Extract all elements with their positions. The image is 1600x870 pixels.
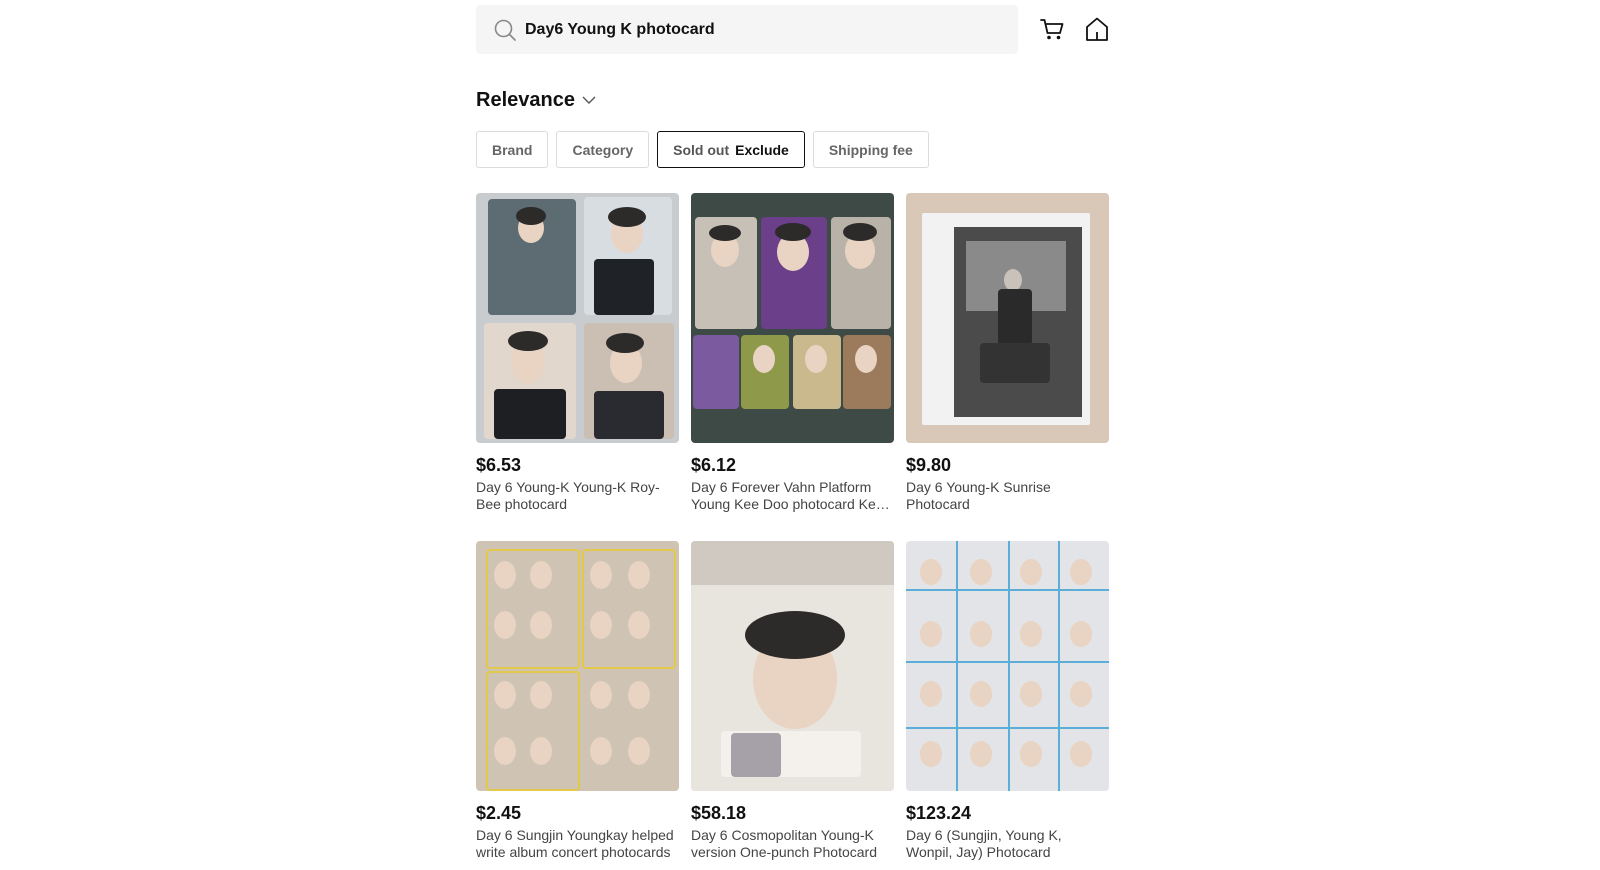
product-card[interactable]: $2.45 Day 6 Sungjin Youngkay helped writ…: [476, 541, 679, 861]
filter-sold-out[interactable]: Sold out Exclude: [657, 131, 805, 168]
product-image: [476, 541, 679, 791]
product-price: $58.18: [691, 803, 747, 823]
product-card[interactable]: $6.53 Day 6 Young-K Young-K Roy-Bee phot…: [476, 193, 679, 513]
filter-label: Shipping fee: [828, 141, 913, 158]
product-price: $9.80: [906, 455, 952, 475]
product-title: Day 6 Sungjin Youngkay helped write albu…: [476, 827, 674, 860]
search-results-page: Relevance Brand Category Sold out Exclud…: [0, 0, 1600, 870]
product-title: Day 6 (Sungjin, Young K, Wonpil, Jay) Ph…: [906, 827, 1062, 860]
product-image: [691, 541, 894, 791]
product-price: $123.24: [906, 803, 972, 823]
product-title: Day 6 Young-K Sunrise Photocard: [906, 479, 1051, 512]
product-price: $2.45: [476, 803, 522, 823]
product-price: $6.12: [691, 455, 737, 475]
filter-shipping-fee[interactable]: Shipping fee: [812, 131, 929, 168]
product-title: Day 6 Forever Vahn Platform Young Kee Do…: [691, 479, 884, 512]
product-card[interactable]: $58.18 Day 6 Cosmopolitan Young-K versio…: [691, 541, 894, 861]
filter-brand[interactable]: Brand: [476, 131, 549, 168]
product-image: [476, 193, 679, 443]
product-title: Day 6 Young-K Young-K Roy-Bee photocard: [476, 479, 660, 512]
filter-label: Brand: [492, 141, 533, 158]
product-card[interactable]: $123.24 Day 6 (Sungjin, Young K, Wonpil,…: [906, 541, 1109, 861]
search-header: [476, 5, 1110, 54]
filter-bar: Brand Category Sold out Exclude Shipping…: [476, 131, 929, 168]
product-image: [691, 193, 894, 443]
product-card[interactable]: $6.12 Day 6 Forever Vahn Platform Young …: [691, 193, 894, 513]
home-icon[interactable]: [1083, 15, 1111, 43]
filter-value: Exclude: [735, 141, 789, 158]
filter-label: Category: [572, 141, 634, 158]
cart-icon[interactable]: [1038, 15, 1066, 43]
product-image: [906, 193, 1109, 443]
product-image: [906, 541, 1109, 791]
filter-category[interactable]: Category: [556, 131, 650, 168]
sort-label: Relevance: [476, 88, 575, 111]
sort-dropdown[interactable]: Relevance: [476, 86, 597, 114]
product-card[interactable]: $9.80 Day 6 Young-K Sunrise Photocard: [906, 193, 1109, 513]
search-input[interactable]: [525, 5, 1005, 54]
product-title: Day 6 Cosmopolitan Young-K version One-p…: [691, 827, 877, 860]
chevron-down-icon: [582, 96, 596, 104]
search-bar[interactable]: [476, 5, 1018, 54]
search-icon: [494, 19, 516, 41]
product-price: $6.53: [476, 455, 522, 475]
filter-label: Sold out: [673, 141, 730, 158]
